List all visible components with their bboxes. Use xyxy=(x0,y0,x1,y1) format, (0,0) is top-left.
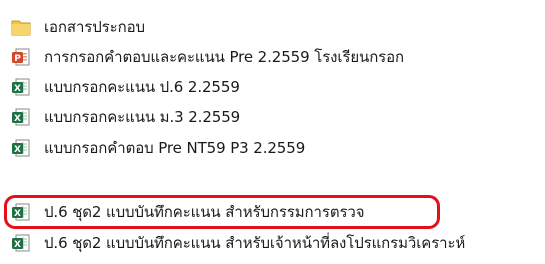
file-name: ป.6 ชุด2 แบบบันทึกคะแนน สำหรับกรรมการตรว… xyxy=(44,203,365,221)
powerpoint-file-icon: P xyxy=(10,46,32,68)
excel-file-icon: X xyxy=(10,76,32,98)
file-name: การกรอกคำตอบและคะแนน Pre 2.2559 โรงเรียน… xyxy=(44,48,405,66)
excel-file-icon: X xyxy=(10,232,32,254)
file-row-excel[interactable]: X แบบกรอกคำตอบ Pre NT59 P3 2.2559 xyxy=(10,133,305,163)
file-row-excel[interactable]: X แบบกรอกคะแนน ป.6 2.2559 xyxy=(10,72,240,102)
file-list: เอกสารประกอบ P การกรอกคำตอบและคะแนน Pre … xyxy=(0,0,545,264)
file-name: แบบกรอกคำตอบ Pre NT59 P3 2.2559 xyxy=(44,139,306,157)
excel-file-icon: X xyxy=(10,201,32,223)
file-row-folder[interactable]: เอกสารประกอบ xyxy=(10,12,145,42)
file-name: แบบกรอกคะแนน ป.6 2.2559 xyxy=(44,78,240,96)
svg-text:P: P xyxy=(14,54,21,64)
folder-icon xyxy=(10,16,32,38)
file-row-excel[interactable]: X แบบกรอกคะแนน ม.3 2.2559 xyxy=(10,102,240,132)
file-row-powerpoint[interactable]: P การกรอกคำตอบและคะแนน Pre 2.2559 โรงเรี… xyxy=(10,42,404,72)
file-name: ป.6 ชุด2 แบบบันทึกคะแนน สำหรับเจ้าหน้าที… xyxy=(44,234,466,252)
excel-file-icon: X xyxy=(10,137,32,159)
file-row-excel-highlighted[interactable]: X ป.6 ชุด2 แบบบันทึกคะแนน สำหรับกรรมการต… xyxy=(10,197,365,227)
file-name: แบบกรอกคะแนน ม.3 2.2559 xyxy=(44,108,241,126)
svg-text:X: X xyxy=(14,240,21,250)
svg-text:X: X xyxy=(14,114,21,124)
svg-text:X: X xyxy=(14,145,21,155)
file-name: เอกสารประกอบ xyxy=(44,18,145,36)
svg-text:X: X xyxy=(14,84,21,94)
excel-file-icon: X xyxy=(10,106,32,128)
file-row-excel[interactable]: X ป.6 ชุด2 แบบบันทึกคะแนน สำหรับเจ้าหน้า… xyxy=(10,228,465,258)
svg-text:X: X xyxy=(14,209,21,219)
